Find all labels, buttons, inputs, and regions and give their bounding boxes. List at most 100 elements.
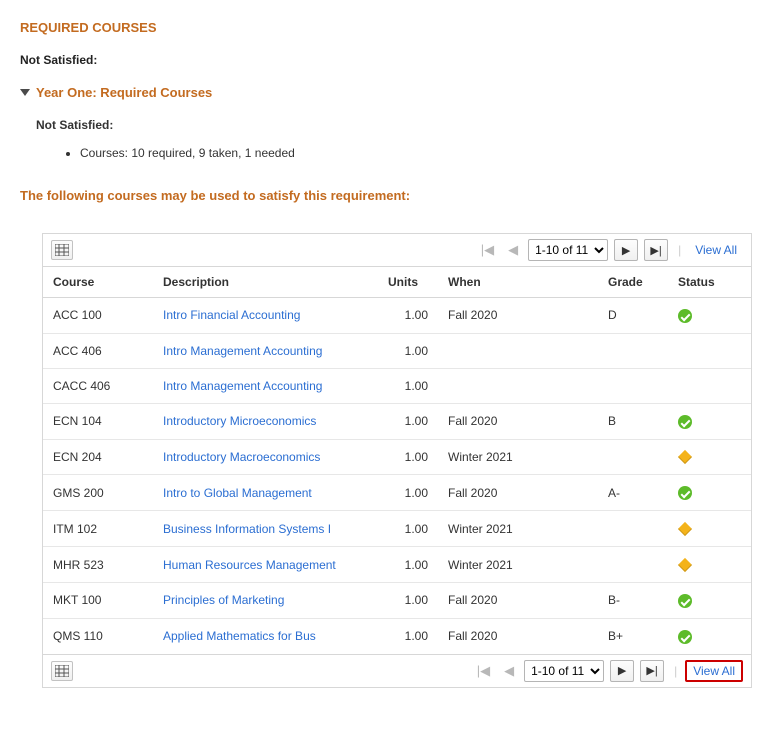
pager-separator: |: [674, 243, 683, 257]
year-one-header[interactable]: Year One: Required Courses: [20, 85, 752, 100]
units-cell: 1.00: [378, 475, 438, 511]
course-code: ACC 406: [43, 333, 153, 368]
status-inprogress-icon: [678, 450, 692, 464]
grid-menu-button[interactable]: [51, 240, 73, 260]
units-cell: 1.00: [378, 547, 438, 583]
status-cell: [668, 582, 751, 618]
table-row: ITM 102Business Information Systems I1.0…: [43, 511, 751, 547]
view-all-link-bottom[interactable]: View All: [685, 660, 743, 682]
col-course: Course: [43, 267, 153, 298]
requirement-summary-list: Courses: 10 required, 9 taken, 1 needed: [80, 146, 752, 160]
table-row: MKT 100 Principles of Marketing 1.00Fall 2…: [43, 582, 751, 618]
table-row: ACC 100 Intro Financial Accounting 1.00Fal…: [43, 298, 751, 334]
range-select[interactable]: 1-10 of 11: [528, 239, 608, 261]
last-page-button[interactable]: ▶|: [644, 239, 668, 261]
course-code: MHR 523: [43, 547, 153, 583]
units-cell: 1.00: [378, 403, 438, 439]
pager-bottom: |◀ ◀ 1-10 of 11 ▶ ▶| | View All: [473, 660, 743, 682]
prev-page-icon[interactable]: ◀: [504, 242, 522, 258]
table-row: GMS 200Intro to Global Management1.00Fal…: [43, 475, 751, 511]
status-taken-icon: [678, 630, 692, 644]
when-cell: Winter 2021: [438, 511, 598, 547]
grade-cell: [598, 511, 668, 547]
when-cell: Fall 2020: [438, 403, 598, 439]
grade-cell: B: [598, 403, 668, 439]
course-code: MKT 100: [43, 582, 153, 618]
course-description-link[interactable]: Human Resources Management: [163, 558, 336, 572]
units-cell: 1.00: [378, 368, 438, 403]
status-taken-icon: [678, 486, 692, 500]
course-description-link[interactable]: Business Information Systems I: [163, 522, 331, 536]
first-page-icon[interactable]: |◀: [477, 242, 498, 258]
course-code: ACC 100: [43, 298, 153, 334]
last-page-button[interactable]: ▶|: [640, 660, 664, 682]
grade-cell: [598, 439, 668, 475]
status-cell: [668, 333, 751, 368]
grid-icon: [55, 244, 69, 256]
status-taken-icon: [678, 594, 692, 608]
course-description-link[interactable]: Introductory Microeconomics: [163, 414, 316, 428]
courses-table: Course Description Units When Grade Stat…: [43, 267, 751, 654]
units-cell: 1.00: [378, 582, 438, 618]
status-inprogress-icon: [678, 522, 692, 536]
course-description-link[interactable]: Principles of Marketing: [163, 593, 284, 607]
course-description-link[interactable]: Intro Management Accounting: [163, 379, 322, 393]
table-row: QMS 110Applied Mathematics for Bus1.00Fa…: [43, 618, 751, 653]
when-cell: Fall 2020: [438, 618, 598, 653]
status-cell: [668, 403, 751, 439]
view-all-link-top[interactable]: View All: [689, 241, 743, 259]
grade-cell: A-: [598, 475, 668, 511]
grid-menu-button-bottom[interactable]: [51, 661, 73, 681]
pager-separator: |: [670, 664, 679, 678]
table-row: ECN 204Introductory Macroeconomics1.00Wi…: [43, 439, 751, 475]
course-description-link[interactable]: Applied Mathematics for Bus: [163, 629, 316, 643]
course-description-link[interactable]: Intro to Global Management: [163, 486, 312, 500]
next-page-button[interactable]: ▶: [614, 239, 638, 261]
col-status: Status: [668, 267, 751, 298]
status-cell: [668, 368, 751, 403]
next-page-button[interactable]: ▶: [610, 660, 634, 682]
when-cell: Winter 2021: [438, 547, 598, 583]
course-description-link[interactable]: Introductory Macroeconomics: [163, 450, 320, 464]
course-description-link[interactable]: Intro Financial Accounting: [163, 308, 300, 322]
status-taken-icon: [678, 415, 692, 429]
grid-icon: [55, 665, 69, 677]
table-row: ACC 406 Intro Management Accounting 1.00: [43, 333, 751, 368]
table-row: MHR 523 Human Resources Management 1.00Win…: [43, 547, 751, 583]
table-row: ECN 104 Introductory Microeconomics 1.00Fa…: [43, 403, 751, 439]
courses-table-container: |◀ ◀ 1-10 of 11 ▶ ▶| | View All Course D…: [42, 233, 752, 688]
status-cell: [668, 618, 751, 653]
status-cell: [668, 511, 751, 547]
course-code: ECN 104: [43, 403, 153, 439]
table-row: CACC 406 Intro Management Accounting 1.00: [43, 368, 751, 403]
units-cell: 1.00: [378, 333, 438, 368]
course-code: ECN 204: [43, 439, 153, 475]
when-cell: Fall 2020: [438, 582, 598, 618]
grade-cell: [598, 368, 668, 403]
col-units: Units: [378, 267, 438, 298]
course-description-link[interactable]: Intro Management Accounting: [163, 344, 322, 358]
first-page-icon[interactable]: |◀: [473, 663, 494, 679]
prev-page-icon[interactable]: ◀: [500, 663, 518, 679]
col-description: Description: [153, 267, 378, 298]
course-code: CACC 406: [43, 368, 153, 403]
grade-cell: [598, 333, 668, 368]
when-cell: Winter 2021: [438, 439, 598, 475]
year-one-label: Year One: Required Courses: [36, 85, 212, 100]
course-code: ITM 102: [43, 511, 153, 547]
range-select-bottom[interactable]: 1-10 of 11: [524, 660, 604, 682]
when-cell: [438, 333, 598, 368]
when-cell: Fall 2020: [438, 298, 598, 334]
table-header-row: Course Description Units When Grade Stat…: [43, 267, 751, 298]
when-cell: [438, 368, 598, 403]
course-code: GMS 200: [43, 475, 153, 511]
not-satisfied-label: Not Satisfied:: [20, 53, 752, 67]
col-grade: Grade: [598, 267, 668, 298]
grade-cell: B-: [598, 582, 668, 618]
required-courses-title: REQUIRED COURSES: [20, 20, 752, 35]
grade-cell: B+: [598, 618, 668, 653]
pager-top: |◀ ◀ 1-10 of 11 ▶ ▶| | View All: [477, 239, 743, 261]
requirement-summary-item: Courses: 10 required, 9 taken, 1 needed: [80, 146, 752, 160]
units-cell: 1.00: [378, 298, 438, 334]
collapse-arrow-icon: [20, 89, 30, 96]
